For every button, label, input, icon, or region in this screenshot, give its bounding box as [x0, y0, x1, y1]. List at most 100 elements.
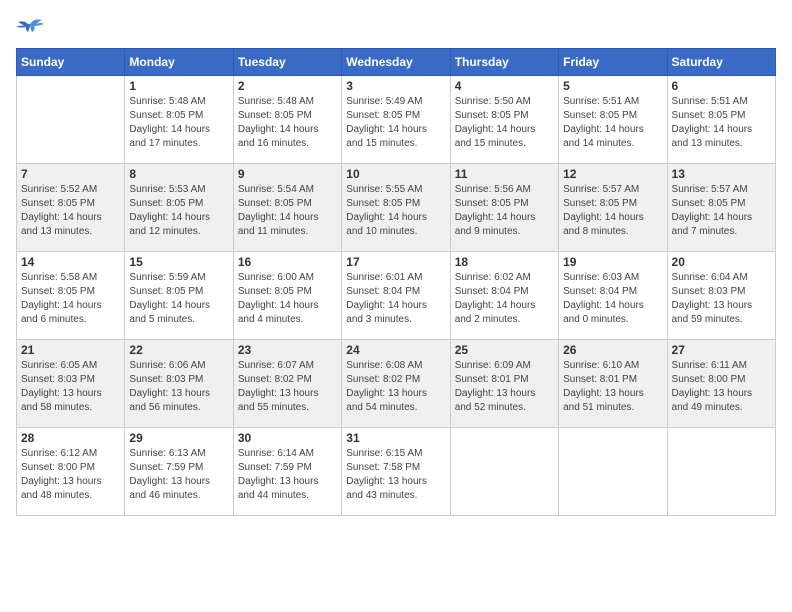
calendar-day-cell: 29 Sunrise: 6:13 AMSunset: 7:59 PMDayligh…: [125, 428, 233, 516]
calendar-day-cell: 22 Sunrise: 6:06 AMSunset: 8:03 PMDayligh…: [125, 340, 233, 428]
logo-bird-icon: [16, 16, 44, 38]
day-info: Sunrise: 5:55 AMSunset: 8:05 PMDaylight:…: [346, 183, 445, 239]
day-info: Sunrise: 6:13 AMSunset: 7:59 PMDaylight:…: [129, 447, 228, 503]
day-info: Sunrise: 5:48 AMSunset: 8:05 PMDaylight:…: [238, 95, 337, 151]
calendar-day-cell: 9Sunrise: 5:54 AMSunset: 8:05 PMDaylight…: [233, 164, 341, 252]
day-info: Sunrise: 6:00 AMSunset: 8:05 PMDaylight:…: [238, 271, 337, 327]
day-number: 19: [563, 255, 662, 269]
calendar-day-cell: 6 Sunrise: 5:51 AMSunset: 8:05 PMDaylight…: [667, 76, 775, 164]
day-info: Sunrise: 5:50 AMSunset: 8:05 PMDaylight:…: [455, 95, 554, 151]
day-info: Sunrise: 6:09 AMSunset: 8:01 PMDaylight:…: [455, 359, 554, 415]
day-of-week-header: Thursday: [450, 49, 558, 76]
day-number: 1: [129, 79, 228, 93]
calendar-day-cell: 5 Sunrise: 5:51 AMSunset: 8:05 PMDaylight…: [559, 76, 667, 164]
calendar-day-cell: [667, 428, 775, 516]
day-of-week-header: Saturday: [667, 49, 775, 76]
day-info: Sunrise: 6:04 AMSunset: 8:03 PMDaylight:…: [672, 271, 771, 327]
day-number: 8: [129, 167, 228, 181]
day-info: Sunrise: 5:48 AMSunset: 8:05 PMDaylight:…: [129, 95, 228, 151]
calendar-day-cell: 8 Sunrise: 5:53 AMSunset: 8:05 PMDaylight…: [125, 164, 233, 252]
day-info: Sunrise: 6:08 AMSunset: 8:02 PMDaylight:…: [346, 359, 445, 415]
day-of-week-header: Sunday: [17, 49, 125, 76]
calendar-day-cell: 27 Sunrise: 6:11 AMSunset: 8:00 PMDayligh…: [667, 340, 775, 428]
day-number: 14: [21, 255, 120, 269]
day-number: 2: [238, 79, 337, 93]
calendar-day-cell: 10Sunrise: 5:55 AMSunset: 8:05 PMDayligh…: [342, 164, 450, 252]
calendar-day-cell: [450, 428, 558, 516]
calendar-day-cell: 13Sunrise: 5:57 AMSunset: 8:05 PMDayligh…: [667, 164, 775, 252]
day-info: Sunrise: 5:57 AMSunset: 8:05 PMDaylight:…: [563, 183, 662, 239]
calendar-day-cell: 16 Sunrise: 6:00 AMSunset: 8:05 PMDayligh…: [233, 252, 341, 340]
day-info: Sunrise: 6:12 AMSunset: 8:00 PMDaylight:…: [21, 447, 120, 503]
day-number: 25: [455, 343, 554, 357]
calendar-day-cell: 11 Sunrise: 5:56 AMSunset: 8:05 PMDayligh…: [450, 164, 558, 252]
day-info: Sunrise: 6:05 AMSunset: 8:03 PMDaylight:…: [21, 359, 120, 415]
calendar-week-row: 14 Sunrise: 5:58 AMSunset: 8:05 PMDayligh…: [17, 252, 776, 340]
day-of-week-header: Monday: [125, 49, 233, 76]
day-number: 6: [672, 79, 771, 93]
day-of-week-header: Friday: [559, 49, 667, 76]
day-number: 16: [238, 255, 337, 269]
calendar-day-cell: 28 Sunrise: 6:12 AMSunset: 8:00 PMDayligh…: [17, 428, 125, 516]
calendar-table: SundayMondayTuesdayWednesdayThursdayFrid…: [16, 48, 776, 516]
day-info: Sunrise: 6:15 AMSunset: 7:58 PMDaylight:…: [346, 447, 445, 503]
day-number: 31: [346, 431, 445, 445]
calendar-week-row: 7Sunrise: 5:52 AMSunset: 8:05 PMDaylight…: [17, 164, 776, 252]
day-info: Sunrise: 5:58 AMSunset: 8:05 PMDaylight:…: [21, 271, 120, 327]
day-number: 18: [455, 255, 554, 269]
day-of-week-header: Wednesday: [342, 49, 450, 76]
day-info: Sunrise: 6:11 AMSunset: 8:00 PMDaylight:…: [672, 359, 771, 415]
calendar-day-cell: 19Sunrise: 6:03 AMSunset: 8:04 PMDayligh…: [559, 252, 667, 340]
calendar-day-cell: 18Sunrise: 6:02 AMSunset: 8:04 PMDayligh…: [450, 252, 558, 340]
day-number: 29: [129, 431, 228, 445]
calendar-week-row: 1 Sunrise: 5:48 AMSunset: 8:05 PMDaylight…: [17, 76, 776, 164]
day-info: Sunrise: 5:53 AMSunset: 8:05 PMDaylight:…: [129, 183, 228, 239]
calendar-day-cell: 21 Sunrise: 6:05 AMSunset: 8:03 PMDayligh…: [17, 340, 125, 428]
day-number: 20: [672, 255, 771, 269]
calendar-week-row: 28 Sunrise: 6:12 AMSunset: 8:00 PMDayligh…: [17, 428, 776, 516]
day-number: 21: [21, 343, 120, 357]
day-info: Sunrise: 6:06 AMSunset: 8:03 PMDaylight:…: [129, 359, 228, 415]
day-number: 13: [672, 167, 771, 181]
day-info: Sunrise: 6:14 AMSunset: 7:59 PMDaylight:…: [238, 447, 337, 503]
day-number: 12: [563, 167, 662, 181]
day-number: 7: [21, 167, 120, 181]
calendar-day-cell: 20 Sunrise: 6:04 AMSunset: 8:03 PMDayligh…: [667, 252, 775, 340]
day-number: 28: [21, 431, 120, 445]
day-number: 17: [346, 255, 445, 269]
day-info: Sunrise: 5:56 AMSunset: 8:05 PMDaylight:…: [455, 183, 554, 239]
calendar-day-cell: 30 Sunrise: 6:14 AMSunset: 7:59 PMDayligh…: [233, 428, 341, 516]
calendar-day-cell: 25 Sunrise: 6:09 AMSunset: 8:01 PMDayligh…: [450, 340, 558, 428]
calendar-day-cell: 23 Sunrise: 6:07 AMSunset: 8:02 PMDayligh…: [233, 340, 341, 428]
day-number: 23: [238, 343, 337, 357]
day-info: Sunrise: 5:51 AMSunset: 8:05 PMDaylight:…: [563, 95, 662, 151]
calendar-day-cell: 7Sunrise: 5:52 AMSunset: 8:05 PMDaylight…: [17, 164, 125, 252]
day-number: 30: [238, 431, 337, 445]
day-info: Sunrise: 6:01 AMSunset: 8:04 PMDaylight:…: [346, 271, 445, 327]
day-number: 27: [672, 343, 771, 357]
page-header: [16, 16, 776, 38]
day-number: 3: [346, 79, 445, 93]
calendar-day-cell: [559, 428, 667, 516]
calendar-day-cell: 2 Sunrise: 5:48 AMSunset: 8:05 PMDaylight…: [233, 76, 341, 164]
day-number: 11: [455, 167, 554, 181]
logo: [16, 16, 48, 38]
calendar-day-cell: 3 Sunrise: 5:49 AMSunset: 8:05 PMDaylight…: [342, 76, 450, 164]
day-number: 15: [129, 255, 228, 269]
day-number: 24: [346, 343, 445, 357]
day-info: Sunrise: 6:10 AMSunset: 8:01 PMDaylight:…: [563, 359, 662, 415]
day-info: Sunrise: 6:07 AMSunset: 8:02 PMDaylight:…: [238, 359, 337, 415]
day-info: Sunrise: 5:51 AMSunset: 8:05 PMDaylight:…: [672, 95, 771, 151]
calendar-day-cell: 14 Sunrise: 5:58 AMSunset: 8:05 PMDayligh…: [17, 252, 125, 340]
day-info: Sunrise: 5:54 AMSunset: 8:05 PMDaylight:…: [238, 183, 337, 239]
calendar-week-row: 21 Sunrise: 6:05 AMSunset: 8:03 PMDayligh…: [17, 340, 776, 428]
calendar-header-row: SundayMondayTuesdayWednesdayThursdayFrid…: [17, 49, 776, 76]
day-number: 4: [455, 79, 554, 93]
calendar-day-cell: 17 Sunrise: 6:01 AMSunset: 8:04 PMDayligh…: [342, 252, 450, 340]
day-info: Sunrise: 5:49 AMSunset: 8:05 PMDaylight:…: [346, 95, 445, 151]
day-number: 26: [563, 343, 662, 357]
day-number: 22: [129, 343, 228, 357]
calendar-day-cell: 12 Sunrise: 5:57 AMSunset: 8:05 PMDayligh…: [559, 164, 667, 252]
day-of-week-header: Tuesday: [233, 49, 341, 76]
day-number: 5: [563, 79, 662, 93]
